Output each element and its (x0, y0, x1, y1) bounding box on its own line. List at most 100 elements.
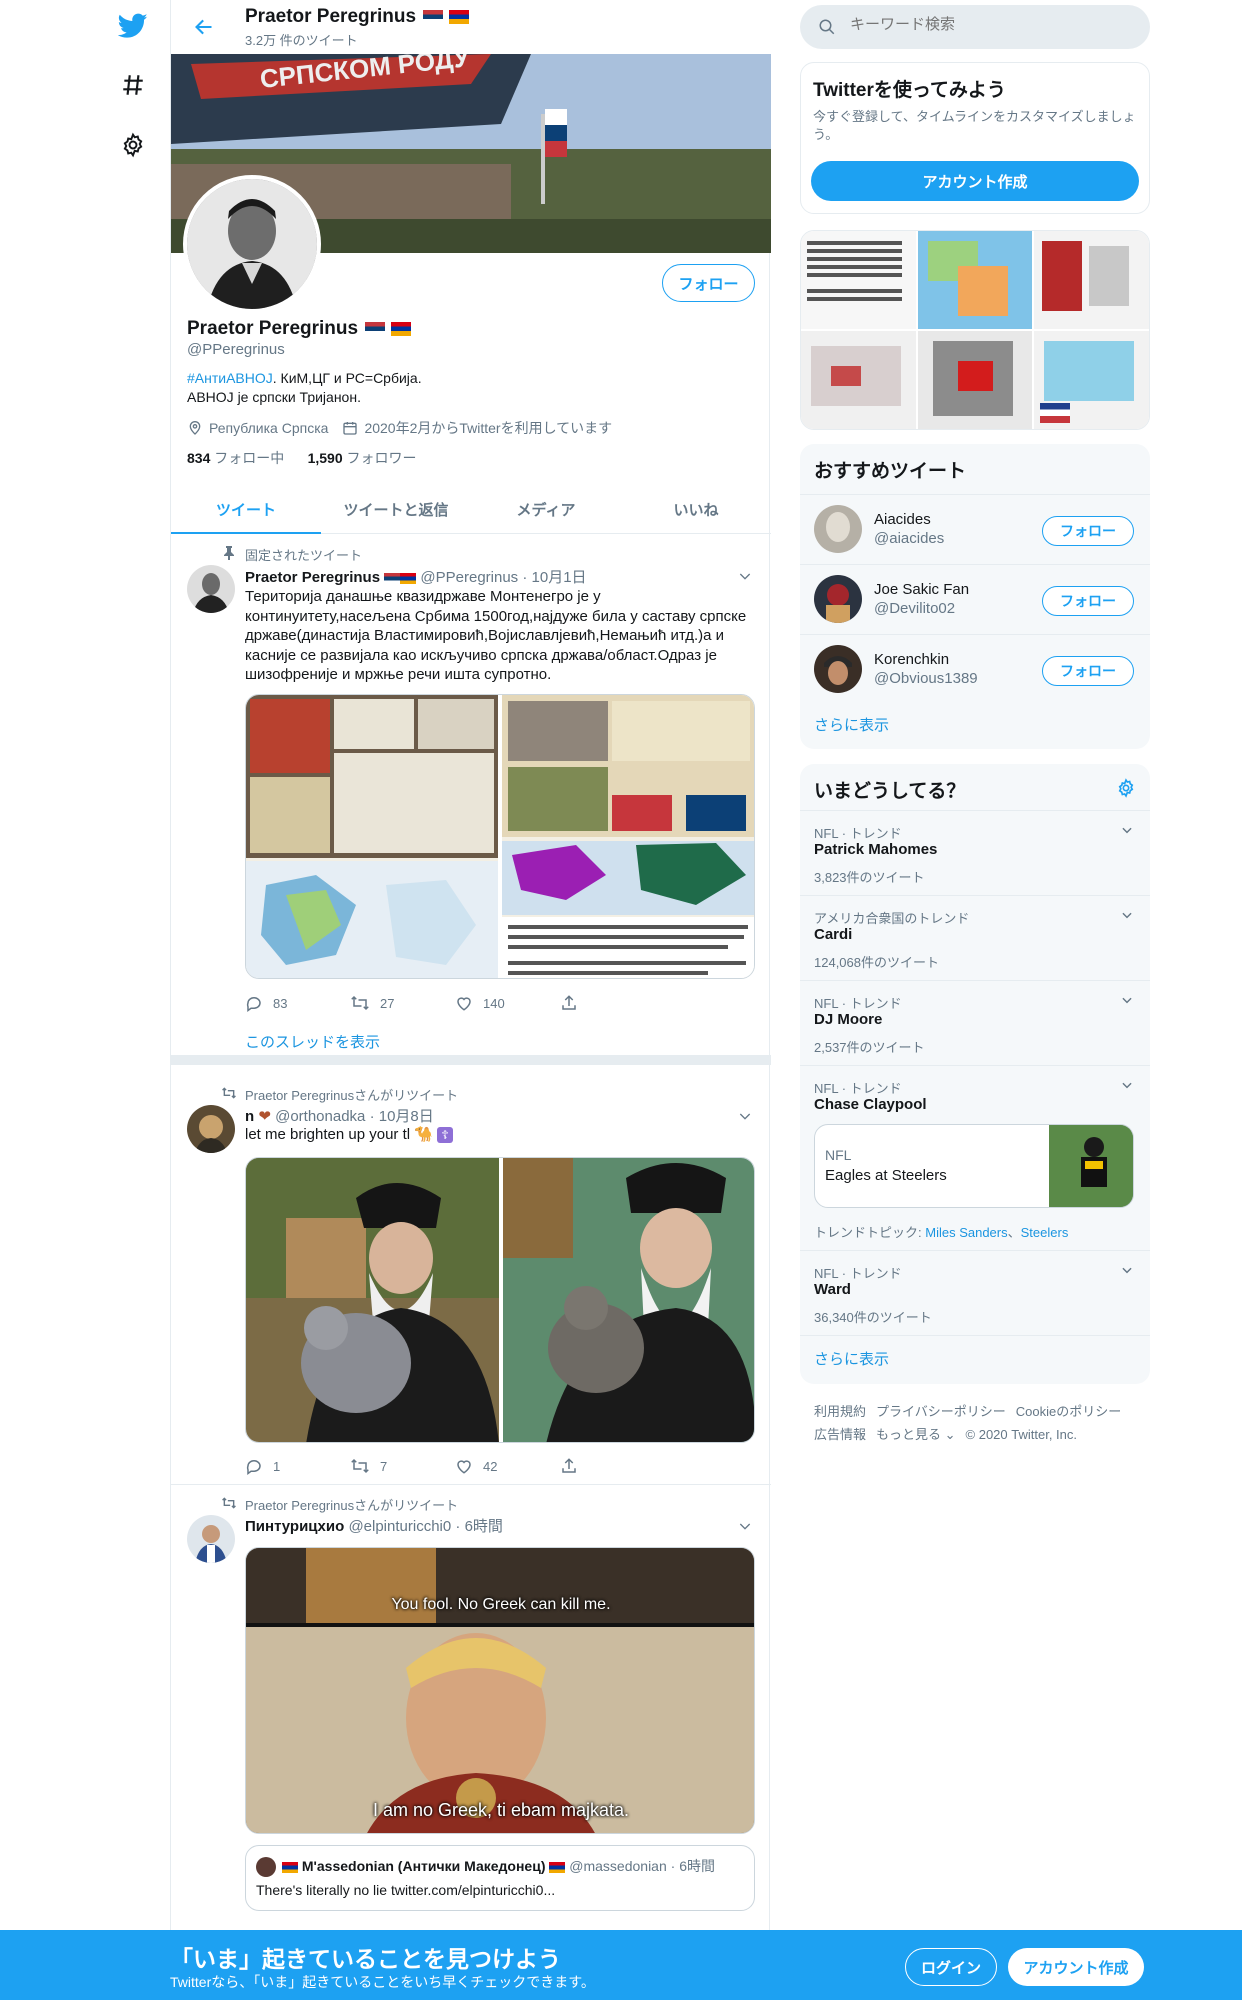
terms-link[interactable]: 利用規約 (814, 1404, 866, 1419)
twitter-bird-icon[interactable] (112, 5, 154, 47)
show-more-link[interactable]: さらに表示 (814, 714, 889, 735)
tweet-header: n ❤ @orthonadka · 10月8日 (245, 1108, 434, 1125)
tab-likes[interactable]: いいね (621, 485, 771, 533)
search-input[interactable] (850, 16, 1130, 33)
media-thumb[interactable] (917, 231, 1033, 329)
trend-item[interactable]: NFL · トレンド DJ Moore 2,537件のツイート (800, 980, 1150, 1065)
location: Република Српска (187, 420, 328, 436)
suggested-user[interactable]: Joe Sakic Fan @Devilito02 フォロー (800, 564, 1150, 634)
reply-button[interactable]: 1 (245, 1457, 350, 1475)
chevron-down-icon[interactable] (1120, 1263, 1134, 1277)
share-button[interactable] (560, 1457, 665, 1475)
tweet-time[interactable]: 6時間 (465, 1518, 503, 1535)
show-more-link[interactable]: さらに表示 (814, 1348, 889, 1369)
tweet-time[interactable]: 10月8日 (379, 1108, 434, 1125)
header-name: Praetor Peregrinus (245, 6, 469, 28)
chevron-down-icon[interactable] (1120, 1078, 1134, 1092)
tweet-author-handle[interactable]: @PPeregrinus (420, 569, 518, 586)
follow-button[interactable]: フォロー (1042, 586, 1134, 616)
reply-button[interactable]: 83 (245, 994, 350, 1012)
tweet-author-handle[interactable]: @orthonadka (275, 1108, 365, 1125)
profile-avatar[interactable] (183, 175, 321, 313)
chevron-down-icon[interactable] (737, 1518, 753, 1534)
login-button[interactable]: ログイン (905, 1948, 997, 1986)
retweet-button[interactable]: 7 (350, 1457, 455, 1475)
media-thumb[interactable] (917, 331, 1033, 429)
trend-topic-link[interactable]: Steelers (1021, 1225, 1069, 1240)
gear-icon[interactable] (112, 124, 154, 166)
suggested-user[interactable]: Aiacides @aiacides フォロー (800, 494, 1150, 564)
trend-event-card[interactable]: NFL Eagles at Steelers (814, 1124, 1134, 1208)
like-button[interactable]: 140 (455, 994, 560, 1012)
quoted-tweet[interactable]: M'assedonian (Антички Македонец) @massed… (245, 1845, 755, 1911)
tab-tweets-replies[interactable]: ツイートと返信 (321, 485, 471, 533)
tweet-pinned[interactable]: 固定されたツイート Praetor Peregrinus @PPeregrinu… (171, 535, 771, 1065)
suggested-user[interactable]: Korenchkin @Obvious1389 フォロー (800, 634, 1150, 704)
like-button[interactable]: 42 (455, 1457, 560, 1475)
chevron-down-icon[interactable] (737, 1108, 753, 1124)
cookie-link[interactable]: Cookieのポリシー (1016, 1404, 1121, 1419)
tweet-header: Пинтурицхио @elpinturicchi0 · 6時間 (245, 1518, 503, 1535)
chevron-down-icon[interactable] (1120, 908, 1134, 922)
media-thumb[interactable] (801, 231, 916, 329)
avatar[interactable] (814, 505, 862, 553)
media-thumb[interactable] (1034, 331, 1149, 429)
serbia-flag-icon (384, 572, 401, 584)
signup-button[interactable]: アカウント作成 (1008, 1948, 1144, 1986)
armenia-flag-icon (549, 1861, 566, 1873)
hashtag-icon[interactable] (112, 64, 154, 106)
followers-stat[interactable]: 1,590 フォロワー (308, 450, 417, 466)
show-thread-link[interactable]: このスレッドを表示 (245, 1031, 380, 1052)
chevron-down-icon[interactable] (1120, 993, 1134, 1007)
trend-topic-link[interactable]: Miles Sanders (925, 1225, 1007, 1240)
search-bar[interactable] (800, 5, 1150, 49)
tweet-time[interactable]: 10月1日 (532, 569, 587, 586)
gear-icon[interactable] (1116, 778, 1136, 802)
tweet-context: Praetor Peregrinusさんがリツイート (222, 1495, 458, 1514)
media-thumb[interactable] (1034, 231, 1149, 329)
tab-tweets[interactable]: ツイート (171, 485, 321, 534)
tweet-author-name[interactable]: Пинтурицхио (245, 1518, 344, 1535)
tweet-media-collage[interactable] (245, 694, 755, 979)
bio-hashtag-link[interactable]: #АнтиАВНОЈ (187, 370, 273, 386)
event-photo (1049, 1125, 1133, 1207)
chevron-down-icon[interactable] (1120, 823, 1134, 837)
tweet-retweeted[interactable]: Praetor Peregrinusさんがリツイート n ❤ @orthonad… (171, 1075, 771, 1485)
follow-button[interactable]: フォロー (662, 264, 755, 302)
tab-media[interactable]: メディア (471, 485, 621, 533)
footer-links: 利用規約 プライバシーポリシー Cookieのポリシー 広告情報 もっと見る ⌄ © 2… (814, 1400, 1144, 1446)
avatar[interactable] (814, 575, 862, 623)
tweet-text: Територија данашње квазидржаве Монтенегр… (245, 588, 747, 683)
tweet-avatar[interactable] (187, 565, 235, 613)
more-link[interactable]: もっと見る ⌄ (876, 1427, 956, 1442)
follow-button[interactable]: フォロー (1042, 656, 1134, 686)
tweet-avatar[interactable] (187, 1105, 235, 1153)
chevron-down-icon[interactable] (737, 568, 753, 584)
tweet-text: let me brighten up your tl 🐪 ☦ (245, 1125, 755, 1145)
tweet-media-photos[interactable] (245, 1157, 755, 1443)
camel-emoji-icon: 🐪 (414, 1126, 433, 1143)
profile-column: Praetor Peregrinus 3.2万 件のツイート СРПСКОМ Р… (170, 0, 771, 2000)
back-arrow-icon[interactable] (189, 12, 219, 42)
tweet-avatar[interactable] (187, 1515, 235, 1563)
trend-item[interactable]: アメリカ合衆国のトレンド Cardi 124,068件のツイート (800, 895, 1150, 980)
signup-panel: Twitterを使ってみよう 今すぐ登録して、タイムラインをカスタマイズしましょ… (800, 62, 1150, 214)
trend-item[interactable]: NFL · トレンド Chase Claypool NFL Eagles at … (800, 1065, 1150, 1250)
trend-item[interactable]: NFL · トレンド Ward 36,340件のツイート (800, 1250, 1150, 1335)
tweet-author-name[interactable]: Praetor Peregrinus (245, 569, 380, 586)
privacy-link[interactable]: プライバシーポリシー (876, 1404, 1006, 1419)
avatar[interactable] (814, 645, 862, 693)
retweet-button[interactable]: 27 (350, 994, 455, 1012)
heart-icon (457, 997, 471, 1011)
tweet-author-name[interactable]: n (245, 1108, 254, 1125)
trend-item[interactable]: NFL · トレンド Patrick Mahomes 3,823件のツイート (800, 810, 1150, 895)
create-account-button[interactable]: アカウント作成 (811, 161, 1139, 201)
tweet-retweeted-quote[interactable]: Praetor Peregrinusさんがリツイート Пинтурицхио @… (171, 1485, 771, 1930)
tweet-media-meme[interactable]: You fool. No Greek can kill me. I am no … (245, 1547, 755, 1834)
following-stat[interactable]: 834 フォロー中 (187, 450, 284, 466)
media-thumb[interactable] (801, 331, 916, 429)
tweet-author-handle[interactable]: @elpinturicchi0 (348, 1518, 451, 1535)
follow-button[interactable]: フォロー (1042, 516, 1134, 546)
share-button[interactable] (560, 994, 665, 1012)
ads-link[interactable]: 広告情報 (814, 1427, 866, 1442)
